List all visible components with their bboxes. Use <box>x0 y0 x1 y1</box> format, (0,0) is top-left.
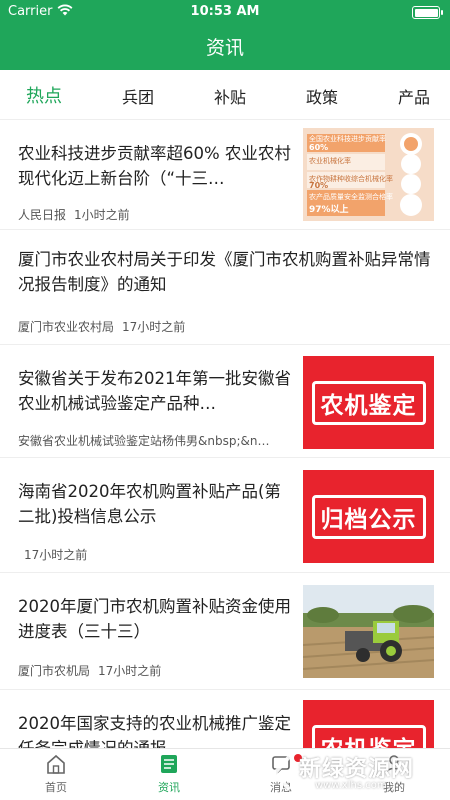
article-title: 2020年厦门市农机购置补贴资金使用进度表（三十三） <box>18 597 291 641</box>
tabbar-label: 首页 <box>45 781 67 794</box>
tab-subsidy[interactable]: 补贴 <box>214 84 246 108</box>
list-item[interactable]: 厦门市农业农村局关于印发《厦门市农机购置补贴异常情况报告制度》的通知 厦门市农业… <box>0 230 450 345</box>
thumb-value: 60% <box>309 143 329 152</box>
article-thumbnail: 归档公示 <box>303 470 434 563</box>
article-title: 安徽省关于发布2021年第一批安徽省农业机械试验鉴定产品种… <box>18 369 291 413</box>
article-title: 海南省2020年农机购置补贴产品(第二批)投档信息公示 <box>18 482 281 526</box>
article-title: 2020年国家支持的农业机械推广鉴定任务完成情况的通报 <box>18 714 291 748</box>
article-title: 农业科技进步贡献率超60% 农业农村现代化迈上新台阶（“十三… <box>18 144 291 188</box>
list-item[interactable]: 海南省2020年农机购置补贴产品(第二批)投档信息公示 17小时之前 归档公示 <box>0 458 450 573</box>
thumb-line: 农产品质量安全监测合格率 <box>309 193 393 201</box>
tabbar-label: 消息 <box>270 781 292 794</box>
profile-icon <box>385 755 403 774</box>
article-title: 厦门市农业农村局关于印发《厦门市农机购置补贴异常情况报告制度》的通知 <box>18 250 431 294</box>
tabbar-home[interactable]: 首页 <box>26 753 86 795</box>
list-item[interactable]: 农业科技进步贡献率超60% 农业农村现代化迈上新台阶（“十三… 人民日报 1小时之… <box>0 120 450 230</box>
article-thumbnail <box>303 585 434 678</box>
category-tabs: 热点 兵团 补贴 政策 产品 <box>0 70 450 120</box>
tabbar-label: 我的 <box>383 781 405 794</box>
article-meta: 人民日报 1小时之前 <box>18 206 293 223</box>
bottom-tab-bar: 首页 资讯 消息 我的 <box>0 748 450 800</box>
thumb-banner-text: 农机鉴定 <box>311 380 426 425</box>
message-icon <box>272 756 290 775</box>
article-thumbnail: 农机鉴定 <box>303 356 434 449</box>
article-meta: 厦门市农业农村局 17小时之前 <box>18 318 436 335</box>
page-title: 资讯 <box>205 37 244 59</box>
top-bar: Carrier 10:53 AM 资讯 <box>0 0 450 70</box>
article-source: 厦门市农机局 <box>18 664 91 678</box>
battery-icon <box>412 6 443 19</box>
article-meta: 厦门市农机局 17小时之前 <box>18 662 293 679</box>
article-meta: 安徽省农业机械试验鉴定站杨伟男&nbsp;&n… <box>18 432 298 449</box>
article-source: 厦门市农业农村局 <box>18 320 115 334</box>
article-time: 1小时之前 <box>74 208 130 222</box>
article-time: 17小时之前 <box>122 320 186 334</box>
article-thumbnail: 农机鉴定 <box>303 700 434 748</box>
thumb-line: 农业机械化率 <box>309 157 351 165</box>
thumb-value: 70% <box>309 181 329 190</box>
tab-policy[interactable]: 政策 <box>306 84 338 108</box>
thumb-banner-text: 农机鉴定 <box>311 724 426 748</box>
thumb-banner-text: 归档公示 <box>311 494 426 539</box>
tractor-photo <box>303 585 434 678</box>
list-item[interactable]: 2020年国家支持的农业机械推广鉴定任务完成情况的通报 农机鉴定 <box>0 690 450 748</box>
tabbar-profile[interactable]: 我的 <box>364 753 424 795</box>
list-item[interactable]: 2020年厦门市农机购置补贴资金使用进度表（三十三） 厦门市农机局 17小时之前 <box>0 573 450 690</box>
article-time: 17小时之前 <box>24 548 88 562</box>
tabbar-label: 资讯 <box>158 781 180 794</box>
unread-dot <box>294 754 302 762</box>
article-time: 17小时之前 <box>98 664 162 678</box>
home-icon <box>47 754 65 774</box>
tab-bingtuan[interactable]: 兵团 <box>122 84 154 108</box>
thumb-value: 97%以上 <box>309 205 349 215</box>
tab-product[interactable]: 产品 <box>398 84 430 108</box>
tab-hot[interactable]: 热点 <box>26 82 62 108</box>
news-list: 农业科技进步贡献率超60% 农业农村现代化迈上新台阶（“十三… 人民日报 1小时之… <box>0 120 450 748</box>
status-bar: Carrier 10:53 AM <box>0 0 450 24</box>
clock: 10:53 AM <box>190 4 260 19</box>
article-thumbnail: 全国农业科技进步贡献率 60% 农业机械化率 农作物耕种收综合机械化率 70% … <box>303 128 434 221</box>
tabbar-news[interactable]: 资讯 <box>139 753 199 795</box>
article-source: 安徽省农业机械试验鉴定站杨伟男&nbsp;&n… <box>18 434 270 448</box>
news-icon <box>161 755 177 773</box>
list-item[interactable]: 安徽省关于发布2021年第一批安徽省农业机械试验鉴定产品种… 安徽省农业机械试验… <box>0 345 450 458</box>
article-source: 人民日报 <box>18 208 67 222</box>
article-meta: 17小时之前 <box>24 546 294 563</box>
tabbar-message[interactable]: 消息 <box>251 753 311 795</box>
